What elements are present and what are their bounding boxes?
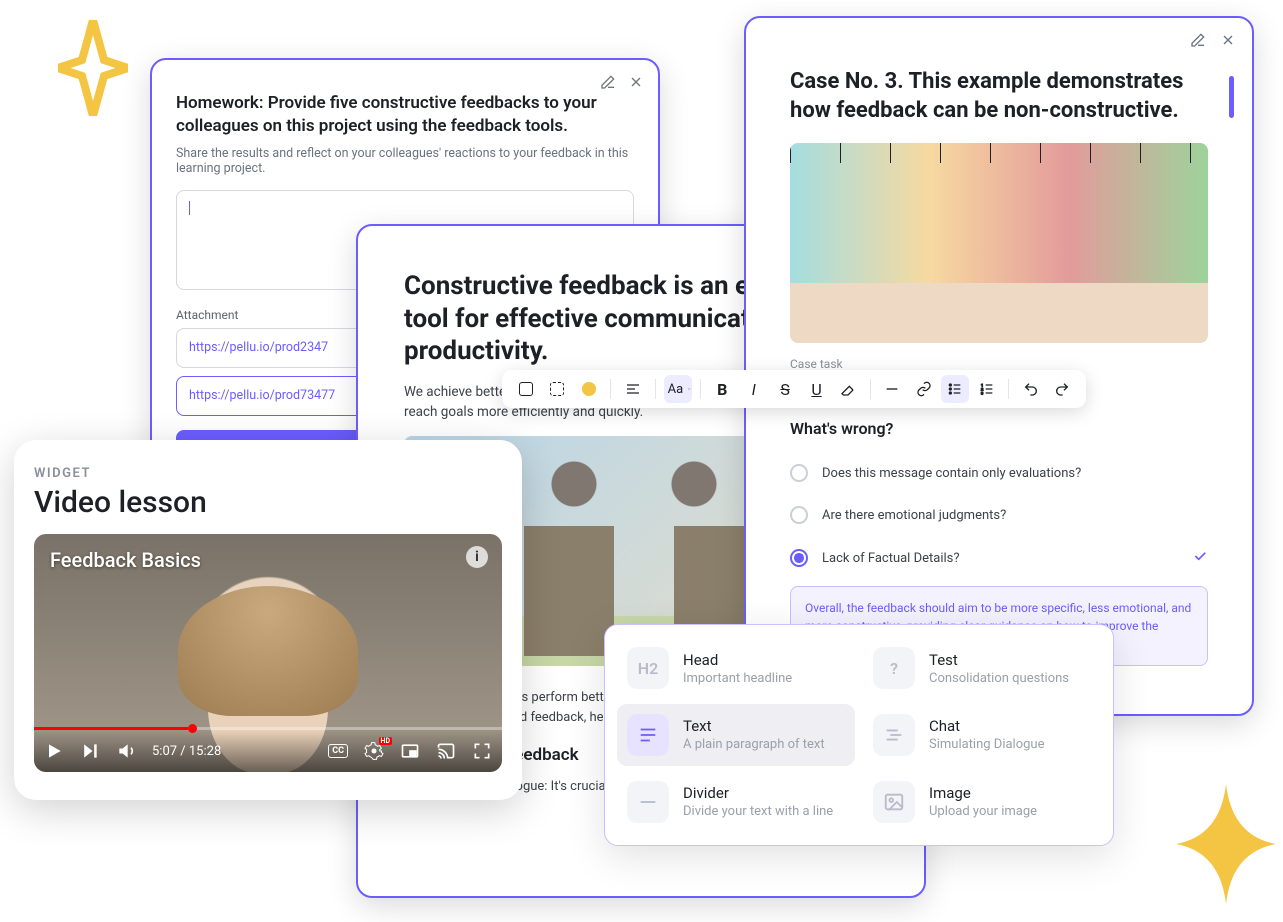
edit-icon[interactable] [1190,32,1206,48]
chat-icon [873,714,915,756]
color-swatch-button[interactable] [575,375,602,403]
menu-item-title: Head [683,651,792,669]
bold-button[interactable]: B [709,375,736,403]
widget-title: Video lesson [34,485,502,520]
align-button[interactable] [619,375,646,403]
menu-item-divider[interactable]: Divider Divide your text with a line [617,770,855,833]
case-question: What's wrong? [790,419,1208,438]
radio-icon [790,506,808,524]
case-heading: Case No. 3. This example demonstrates ho… [790,68,1208,125]
spark-icon [58,20,128,116]
menu-item-title: Test [929,651,1069,669]
eraser-button[interactable] [834,375,861,403]
hr-button[interactable] [879,375,906,403]
menu-item-desc: Simulating Dialogue [929,737,1045,752]
homework-title: Homework: Provide five constructive feed… [176,92,634,138]
bullet-list-button[interactable] [941,375,968,403]
menu-item-title: Divider [683,784,833,802]
italic-button[interactable]: I [740,375,767,403]
question-icon: ? [873,647,915,689]
menu-item-image[interactable]: Image Upload your image [863,770,1101,833]
radio-option[interactable]: Are there emotional judgments? [790,494,1208,536]
menu-item-desc: Important headline [683,671,792,686]
info-icon[interactable]: i [466,546,488,568]
check-icon [1192,548,1208,568]
redo-button[interactable] [1049,375,1076,403]
text-style-button[interactable]: Aa [664,375,692,403]
video-title: Feedback Basics [50,548,201,572]
block-type-menu: H2 Head Important headline ? Test Consolid… [604,624,1114,846]
formatting-toolbar: Aa B I S U 123 [502,370,1086,408]
spark-icon [1176,784,1276,904]
underline-button[interactable]: U [803,375,830,403]
option-label: Does this message contain only evaluatio… [822,466,1081,481]
close-icon[interactable] [1220,32,1236,48]
cast-icon[interactable] [436,741,456,761]
option-label: Lack of Factual Details? [822,551,960,566]
homework-subtitle: Share the results and reflect on your co… [176,146,634,176]
widget-tag: WIDGET [34,466,502,481]
play-icon[interactable] [44,741,64,761]
link-button[interactable] [910,375,937,403]
miniplayer-icon[interactable] [400,741,420,761]
menu-item-title: Chat [929,717,1045,735]
menu-item-desc: A plain paragraph of text [683,737,825,752]
fullscreen-icon[interactable] [472,741,492,761]
menu-item-title: Image [929,784,1037,802]
menu-item-desc: Consolidation questions [929,671,1069,686]
video-time: 5:07 / 15:28 [152,744,221,759]
image-icon [873,781,915,823]
next-icon[interactable] [80,741,100,761]
undo-button[interactable] [1017,375,1044,403]
menu-item-head[interactable]: H2 Head Important headline [617,637,855,700]
shape-square-button[interactable] [512,375,539,403]
menu-item-title: Text [683,717,825,735]
menu-item-chat[interactable]: Chat Simulating Dialogue [863,704,1101,767]
video-widget-card: WIDGET Video lesson Feedback Basics i 5:… [14,440,522,800]
heading-icon: H2 [627,647,669,689]
radio-option[interactable]: Lack of Factual Details? [790,536,1208,580]
strike-button[interactable]: S [771,375,798,403]
svg-text:3: 3 [981,390,983,395]
settings-icon[interactable]: HD [364,741,384,761]
menu-item-desc: Divide your text with a line [683,804,833,819]
shape-dashed-button[interactable] [543,375,570,403]
text-icon [627,714,669,756]
radio-option[interactable]: Does this message contain only evaluatio… [790,452,1208,494]
video-player[interactable]: Feedback Basics i 5:07 / 15:28 CC HD [34,534,502,772]
case-card: Case No. 3. This example demonstrates ho… [744,16,1254,716]
option-label: Are there emotional judgments? [822,508,1006,523]
edit-icon[interactable] [600,74,616,90]
scrollbar-thumb[interactable] [1229,76,1234,118]
menu-item-desc: Upload your image [929,804,1037,819]
captions-button[interactable]: CC [328,744,348,758]
radio-icon [790,549,808,567]
radio-icon [790,464,808,482]
case-illustration [790,143,1208,343]
close-icon[interactable] [628,74,644,90]
number-list-button[interactable]: 123 [973,375,1000,403]
divider-icon [627,781,669,823]
volume-icon[interactable] [116,741,136,761]
menu-item-test[interactable]: ? Test Consolidation questions [863,637,1101,700]
menu-item-text[interactable]: Text A plain paragraph of text [617,704,855,767]
